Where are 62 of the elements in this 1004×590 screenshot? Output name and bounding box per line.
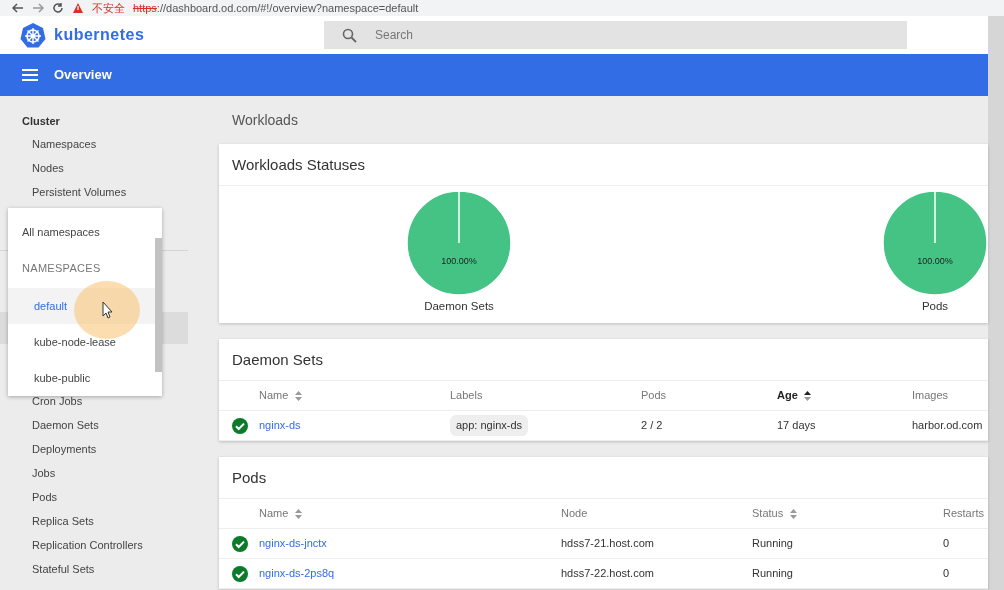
search-field[interactable]: Search — [324, 21, 907, 49]
column-header[interactable]: Age — [777, 387, 813, 404]
sidebar-item[interactable]: Stateful Sets — [0, 557, 200, 581]
table-cell-text: hdss7-22.host.com — [561, 566, 655, 582]
label-tag: app: nginx-ds — [450, 415, 529, 436]
page-title: Overview — [54, 66, 112, 85]
card-title: Workloads Statuses — [219, 144, 988, 186]
column-header[interactable]: Labels — [450, 387, 483, 404]
menu-icon[interactable] — [22, 69, 38, 81]
column-header[interactable]: Restarts — [943, 505, 984, 522]
table-cell-text: Running — [752, 536, 794, 552]
sidebar-heading[interactable]: Cluster — [0, 110, 200, 132]
column-header[interactable]: Name — [259, 387, 303, 404]
warning-icon — [72, 2, 84, 14]
sidebar-item[interactable]: Persistent Volumes — [0, 180, 200, 204]
table-cell-text: Running — [752, 566, 794, 582]
back-icon[interactable] — [12, 2, 24, 14]
table-cell-text: 2 / 2 — [641, 418, 664, 434]
security-warning: 不安全 — [92, 0, 125, 16]
column-header[interactable]: Pods — [641, 387, 667, 404]
sidebar-item[interactable]: Pods — [0, 485, 200, 509]
column-header[interactable]: Status — [752, 505, 798, 522]
table-cell-text: hdss7-21.host.com — [561, 536, 655, 552]
sidebar-item[interactable]: Namespaces — [0, 132, 200, 156]
table-cell-text: 17 days — [777, 418, 817, 434]
menu-item[interactable]: default — [8, 288, 155, 324]
data-label: 100.00% — [917, 256, 953, 266]
sidebar-item[interactable]: Daemon Sets — [0, 413, 200, 437]
menu-heading: NAMESPACES — [21, 261, 102, 276]
resource-link[interactable]: nginx-ds — [259, 417, 450, 434]
chart-title: Pods — [921, 299, 949, 314]
sidebar-item[interactable]: Nodes — [0, 156, 200, 180]
section-title: Workloads — [231, 111, 299, 130]
menu-item[interactable]: All namespaces — [8, 208, 162, 252]
reload-icon[interactable] — [52, 2, 64, 14]
scrollbar[interactable] — [988, 16, 1004, 590]
logo-icon[interactable] — [20, 22, 46, 48]
card-title: Daemon Sets — [219, 339, 988, 381]
sort-icon[interactable] — [803, 389, 813, 402]
chart-title: Daemon Sets — [424, 299, 494, 314]
search-icon — [342, 28, 357, 43]
table-cell-text: harbor.od.com — [912, 418, 984, 434]
table-cell-text: 0 — [943, 536, 951, 552]
cursor-icon — [73, 280, 141, 340]
column-header[interactable]: Images — [912, 387, 949, 404]
sidebar-item[interactable]: Deployments — [0, 437, 200, 461]
brand-name[interactable]: kubernetes — [54, 23, 324, 47]
sidebar-item[interactable]: Replication Controllers — [0, 533, 200, 557]
menu-item[interactable]: kube-node-lease — [8, 324, 155, 360]
column-header[interactable]: Name — [259, 505, 303, 522]
table-cell-text: 0 — [943, 566, 951, 582]
card-title: Pods — [219, 457, 988, 499]
address-bar[interactable]: https://dashboard.od.com/#!/overview?namespace=default — [133, 0, 419, 17]
sidebar-item[interactable]: Replica Sets — [0, 509, 200, 533]
data-label: 100.00% — [441, 256, 477, 266]
resource-link[interactable]: nginx-ds-2ps8q — [259, 565, 561, 582]
column-header[interactable]: Node — [561, 505, 588, 522]
sidebar-item[interactable]: Jobs — [0, 461, 200, 485]
menu-item[interactable]: kube-public — [8, 360, 155, 396]
scrollbar[interactable] — [155, 238, 162, 372]
forward-icon[interactable] — [32, 2, 44, 14]
resource-link[interactable]: nginx-ds-jnctx — [259, 535, 561, 552]
